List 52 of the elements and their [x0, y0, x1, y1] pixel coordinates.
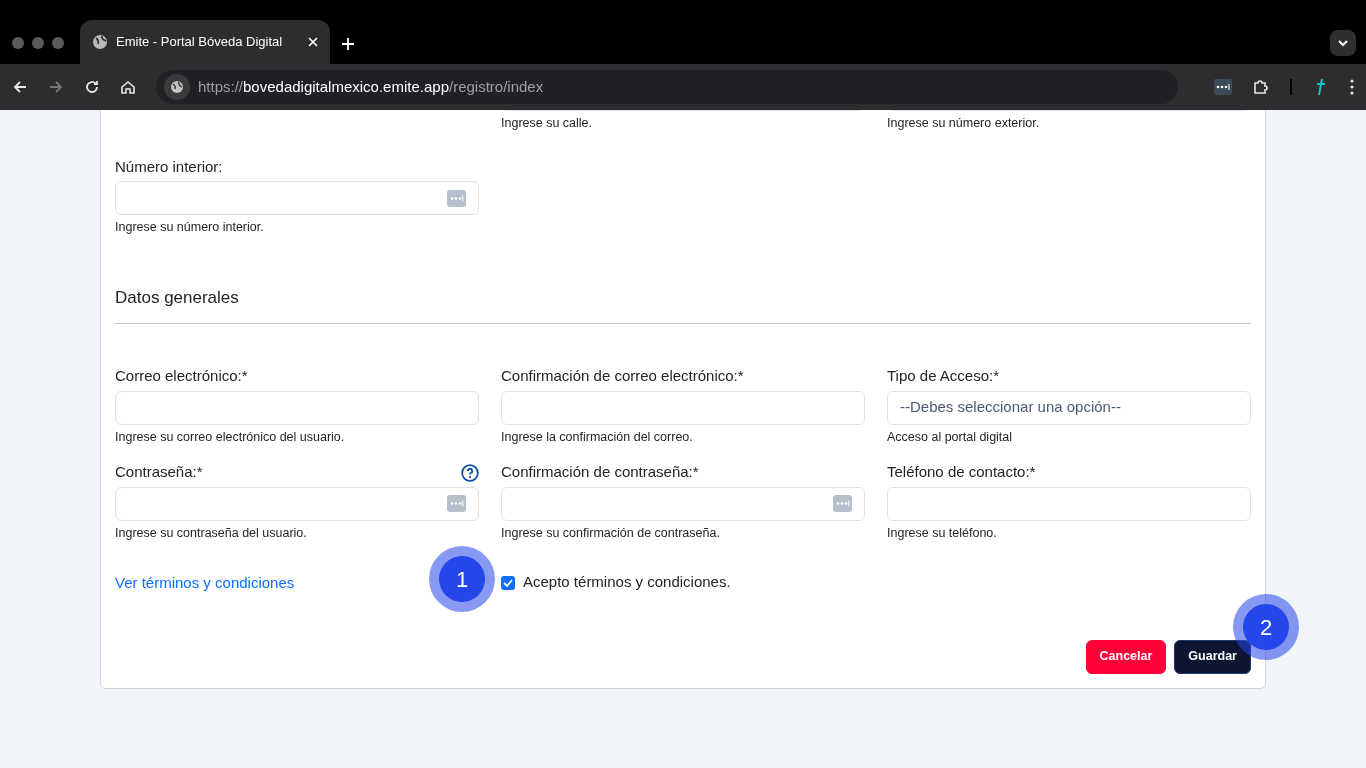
password-dots-icon[interactable] — [447, 495, 466, 512]
tab-title: Emite - Portal Bóveda Digital — [116, 33, 284, 52]
close-icon[interactable] — [308, 37, 318, 47]
puzzle-icon[interactable] — [1252, 78, 1270, 96]
terms-link[interactable]: Ver términos y condiciones — [115, 573, 295, 591]
password-dots-icon[interactable] — [447, 189, 466, 207]
help-text: Ingrese la confirmación del correo. — [501, 428, 694, 445]
field-label: Tipo de Acceso:* — [887, 366, 999, 387]
password-dots-icon[interactable] — [833, 495, 852, 512]
input-field[interactable] — [501, 486, 865, 521]
input-field[interactable] — [115, 390, 479, 425]
input-field[interactable] — [115, 486, 479, 521]
site-info-icon[interactable] — [164, 74, 190, 100]
input-field[interactable] — [501, 390, 865, 425]
chevron-down-icon — [1337, 39, 1349, 47]
field-label: Confirmación de correo electrónico:* — [501, 366, 744, 387]
help-text: Ingrese su teléfono. — [887, 524, 998, 541]
field-label: Confirmación de contraseña:* — [501, 462, 699, 483]
section-title: Datos generales — [115, 285, 1251, 324]
url-text: https://bovedadigitalmexico.emite.app/registro/index — [198, 76, 544, 97]
menu-icon[interactable] — [1350, 79, 1354, 95]
help-text: Acceso al portal digital — [887, 428, 1014, 445]
save-button[interactable]: Guardar — [1174, 639, 1251, 674]
address-bar[interactable]: https://bovedadigitalmexico.emite.app/registro/index — [156, 70, 1178, 104]
globe-icon — [92, 34, 108, 50]
help-text: Ingrese su número exterior. — [887, 115, 1041, 131]
tab-list-button[interactable] — [1330, 30, 1356, 56]
forward-arrow-icon[interactable] — [48, 79, 64, 95]
help-icon[interactable] — [461, 463, 479, 482]
input-field[interactable] — [115, 181, 479, 215]
field-label: Correo electrónico:* — [115, 366, 248, 387]
password-extension-icon[interactable] — [1214, 79, 1232, 95]
new-tab-button[interactable] — [342, 38, 354, 50]
plus-icon — [342, 38, 354, 50]
help-text: Ingrese su confirmación de contraseña. — [501, 524, 721, 541]
field-label: Contraseña:* — [115, 462, 203, 483]
select-field[interactable]: --Debes seleccionar una opción-- — [887, 390, 1251, 425]
input-field[interactable] — [887, 486, 1251, 521]
reload-icon[interactable] — [84, 79, 100, 95]
home-icon[interactable] — [120, 79, 136, 95]
browser-tab[interactable]: Emite - Portal Bóveda Digital — [80, 20, 330, 64]
accept-checkbox[interactable] — [501, 575, 515, 590]
step-marker: 2 — [1243, 604, 1289, 650]
accept-terms-label: Acepto términos y condiciones. — [523, 572, 731, 593]
field-label: Teléfono de contacto:* — [887, 462, 1036, 483]
help-text: Ingrese su número interior. — [115, 219, 265, 235]
cancel-button[interactable]: Cancelar — [1085, 639, 1167, 674]
field-label: Número interior: — [115, 156, 223, 177]
back-arrow-icon[interactable] — [12, 79, 28, 95]
help-text: Ingrese su contraseña del usuario. — [115, 524, 308, 541]
help-text: Ingrese su calle. — [501, 115, 594, 131]
help-text: Ingrese su correo electrónico del usuario. — [115, 428, 346, 445]
